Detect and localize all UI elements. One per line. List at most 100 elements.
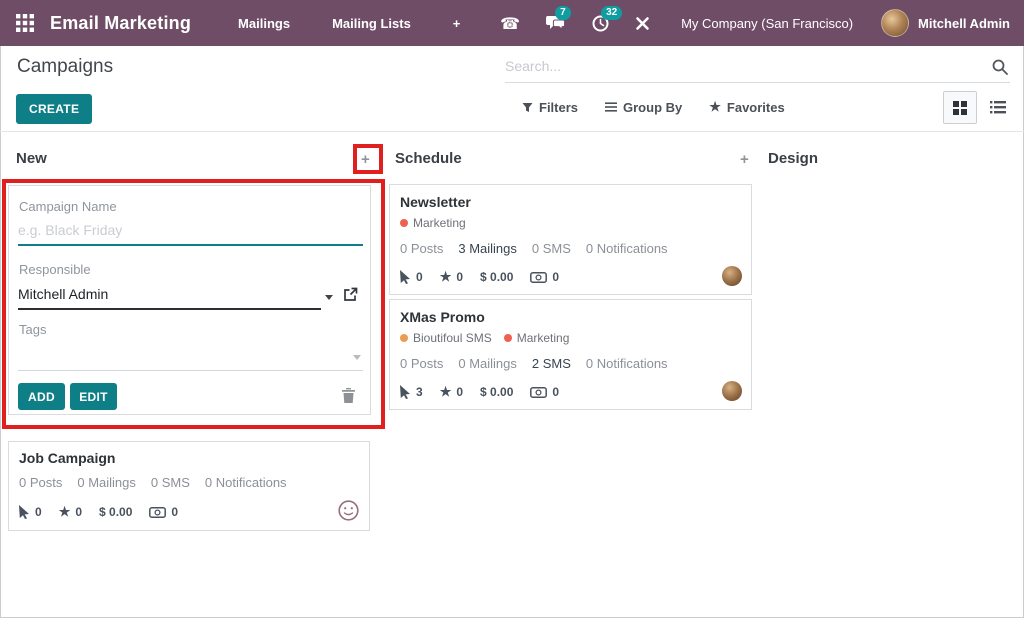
create-button[interactable]: CREATE <box>16 94 92 124</box>
phone-icon[interactable]: ☎ <box>487 14 533 33</box>
tag-bioutifoul-sms: Bioutifoul SMS <box>400 331 492 345</box>
stat-notifications[interactable]: 0 Notifications <box>586 356 668 371</box>
card-kpis: 0 ★ 0 $ 0.00 0 <box>400 269 559 285</box>
campaign-name-label: Campaign Name <box>19 199 117 214</box>
user-avatar[interactable] <box>881 9 909 37</box>
stat-posts[interactable]: 0 Posts <box>400 356 443 371</box>
filter-bar: Filters Group By ★ Favorites <box>522 99 785 115</box>
stat-sms[interactable]: 0 SMS <box>532 241 571 256</box>
star-icon: ★ <box>59 504 71 520</box>
card-stats: 0 Posts 3 Mailings 0 SMS 0 Notifications <box>400 241 668 256</box>
tag-marketing: Marketing <box>504 331 570 345</box>
star-icon: ★ <box>440 384 452 400</box>
card-kpis: 0 ★ 0 $ 0.00 0 <box>19 504 178 520</box>
group-by-menu[interactable]: Group By <box>605 100 682 115</box>
stat-posts[interactable]: 0 Posts <box>400 241 443 256</box>
kpi-quality: ★ 0 <box>59 504 82 520</box>
responsible-dropdown-caret-icon[interactable] <box>325 295 333 300</box>
list-view-button[interactable] <box>985 92 1011 123</box>
tag-marketing: Marketing <box>400 216 466 230</box>
money-bill-icon <box>149 507 166 518</box>
cursor-icon <box>19 505 30 519</box>
kpi-quality: ★ 0 <box>440 269 463 285</box>
stat-mailings[interactable]: 3 Mailings <box>458 241 517 256</box>
search-icon[interactable] <box>992 59 1008 75</box>
filters-menu[interactable]: Filters <box>522 100 578 115</box>
app-title[interactable]: Email Marketing <box>50 13 191 34</box>
stat-mailings[interactable]: 0 Mailings <box>77 475 136 490</box>
tag-color-dot <box>400 334 408 342</box>
kpi-revenue: $ 0.00 <box>99 505 132 519</box>
card-tags: Bioutifoul SMS Marketing <box>400 331 569 345</box>
messages-icon[interactable]: 7 <box>533 15 579 31</box>
edit-button[interactable]: EDIT <box>70 383 117 410</box>
star-icon: ★ <box>709 99 721 115</box>
group-by-label: Group By <box>623 100 682 115</box>
responsible-label: Responsible <box>19 262 91 277</box>
campaign-card-newsletter[interactable]: Newsletter Marketing 0 Posts 3 Mailings … <box>389 184 752 295</box>
stat-notifications[interactable]: 0 Notifications <box>205 475 287 490</box>
trash-icon[interactable] <box>342 388 355 403</box>
card-tags: Marketing <box>400 216 466 230</box>
menu-mailings[interactable]: Mailings <box>217 16 311 31</box>
company-switcher[interactable]: My Company (San Francisco) <box>681 16 853 31</box>
apps-grid-icon[interactable] <box>12 10 38 36</box>
menu-mailing-lists[interactable]: Mailing Lists <box>311 16 432 31</box>
card-stats: 0 Posts 0 Mailings 0 SMS 0 Notifications <box>19 475 287 490</box>
star-icon: ★ <box>440 269 452 285</box>
favorites-label: Favorites <box>727 100 785 115</box>
panel-divider <box>0 131 1024 132</box>
kpi-quality: ★ 0 <box>440 384 463 400</box>
search-input[interactable] <box>505 54 975 78</box>
kpi-quotations: 0 <box>149 505 178 519</box>
column-title-schedule: Schedule <box>395 150 462 167</box>
responsible-avatar <box>722 381 742 401</box>
add-button[interactable]: ADD <box>18 383 65 410</box>
tags-dropdown-caret-icon[interactable] <box>353 355 361 360</box>
stat-mailings[interactable]: 0 Mailings <box>458 356 517 371</box>
tag-color-dot <box>504 334 512 342</box>
favorites-menu[interactable]: ★ Favorites <box>709 99 784 115</box>
cursor-icon <box>400 385 411 399</box>
menu-add-plus[interactable]: + <box>432 16 482 31</box>
user-menu[interactable]: Mitchell Admin <box>918 16 1010 31</box>
smiley-avatar-icon <box>338 500 359 521</box>
schedule-column-add-icon[interactable]: + <box>740 152 749 167</box>
group-by-icon <box>605 102 617 112</box>
responsible-avatar <box>722 266 742 286</box>
column-title-design: Design <box>768 150 818 167</box>
view-switcher <box>943 91 1011 124</box>
kpi-quotations: 0 <box>530 270 559 284</box>
tags-input[interactable] <box>18 348 363 371</box>
page-title: Campaigns <box>17 56 113 78</box>
top-navbar: Email Marketing Mailings Mailing Lists +… <box>0 0 1024 46</box>
kpi-quotations: 0 <box>530 385 559 399</box>
stat-sms[interactable]: 2 SMS <box>532 356 571 371</box>
activities-clock-icon[interactable]: 32 <box>579 15 622 32</box>
responsible-input[interactable] <box>18 286 321 310</box>
card-title: XMas Promo <box>400 309 485 325</box>
card-title: Newsletter <box>400 194 471 210</box>
kpi-clicks: 0 <box>19 505 42 519</box>
kpi-revenue: $ 0.00 <box>480 385 513 399</box>
messages-badge: 7 <box>555 6 571 20</box>
campaign-name-input[interactable] <box>18 222 363 246</box>
cursor-icon <box>400 270 411 284</box>
stat-posts[interactable]: 0 Posts <box>19 475 62 490</box>
stat-notifications[interactable]: 0 Notifications <box>586 241 668 256</box>
stat-sms[interactable]: 0 SMS <box>151 475 190 490</box>
tag-color-dot <box>400 219 408 227</box>
filters-label: Filters <box>539 100 578 115</box>
tools-icon[interactable] <box>622 16 663 31</box>
campaign-card-job-campaign[interactable]: Job Campaign 0 Posts 0 Mailings 0 SMS 0 … <box>8 441 370 531</box>
new-column-add-icon[interactable]: + <box>361 152 370 167</box>
external-link-icon[interactable] <box>343 287 358 302</box>
money-bill-icon <box>530 387 547 398</box>
campaign-card-xmas-promo[interactable]: XMas Promo Bioutifoul SMS Marketing 0 Po… <box>389 299 752 410</box>
kanban-view-button[interactable] <box>943 91 977 124</box>
tags-label: Tags <box>19 322 46 337</box>
kpi-revenue: $ 0.00 <box>480 270 513 284</box>
search-bar <box>505 54 1010 83</box>
funnel-icon <box>522 102 533 113</box>
money-bill-icon <box>530 272 547 283</box>
